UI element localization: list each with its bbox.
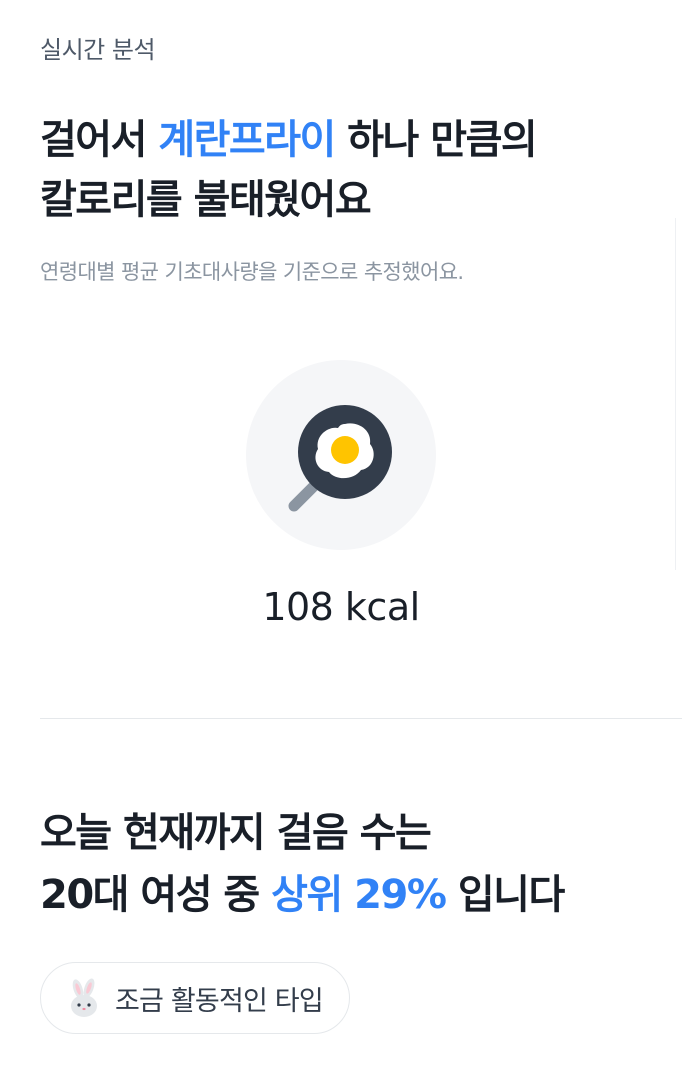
headline-suffix: 하나 만큼의 — [334, 117, 537, 163]
scroll-track — [675, 218, 682, 570]
rank-line2-prefix: 20대 여성 중 — [40, 872, 272, 918]
rank-line1: 오늘 현재까지 걸음 수는 — [40, 810, 432, 856]
rabbit-icon — [71, 978, 97, 1017]
steps-analysis-screen: 실시간 분석 걸어서 계란프라이 하나 만큼의칼로리를 불태웠어요 연령대별 평… — [0, 0, 682, 1088]
estimation-note: 연령대별 평균 기초대사량을 기준으로 추정했어요. — [40, 260, 464, 284]
section-label: 실시간 분석 — [40, 36, 156, 64]
calorie-value: 108 kcal — [262, 585, 420, 629]
rank-line2-suffix: 입니다 — [445, 872, 565, 918]
activity-type-chip[interactable]: 조금 활동적인 타입 — [40, 962, 350, 1034]
headline-accent: 계란프라이 — [158, 117, 336, 163]
calorie-headline: 걸어서 계란프라이 하나 만큼의칼로리를 불태웠어요 — [40, 110, 660, 230]
rank-headline: 오늘 현재까지 걸음 수는 20대 여성 중 상위 29% 입니다 — [40, 802, 670, 926]
headline-line2: 칼로리를 불태웠어요 — [40, 177, 372, 223]
fried-egg-pan-icon — [246, 360, 436, 550]
section-divider — [40, 718, 682, 719]
rank-accent: 상위 29% — [271, 872, 447, 918]
headline-prefix: 걸어서 — [40, 117, 159, 163]
activity-type-label: 조금 활동적인 타입 — [115, 985, 324, 1017]
